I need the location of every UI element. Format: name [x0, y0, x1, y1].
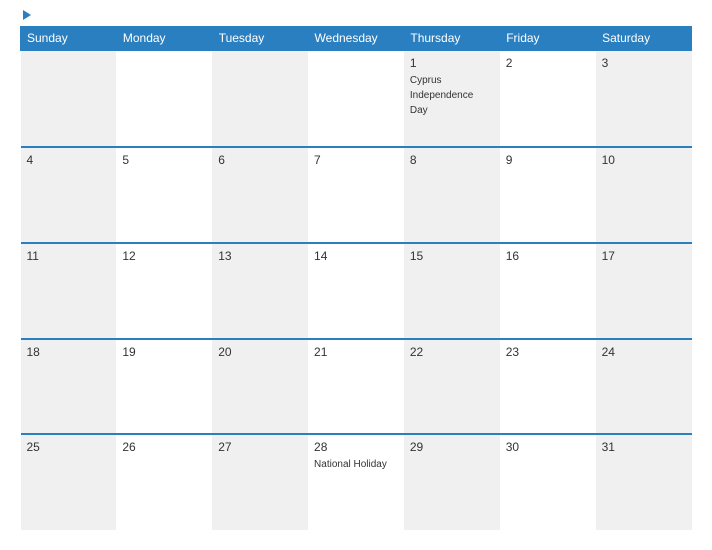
logo: [20, 10, 31, 20]
calendar-cell: 1 Cyprus Independence Day: [404, 50, 500, 147]
calendar-cell: 26: [116, 434, 212, 530]
calendar-cell: 21: [308, 339, 404, 435]
calendar-cell: 23: [500, 339, 596, 435]
day-number: 14: [314, 249, 398, 263]
calendar-cell: [21, 50, 117, 147]
calendar-cell: 8: [404, 147, 500, 243]
day-number: 3: [602, 56, 686, 70]
day-number: 29: [410, 440, 494, 454]
calendar-cell: 17: [596, 243, 692, 339]
day-number: 7: [314, 153, 398, 167]
day-number: 9: [506, 153, 590, 167]
calendar-cell: 12: [116, 243, 212, 339]
day-number: 11: [27, 249, 111, 263]
day-number: 23: [506, 345, 590, 359]
week-row-3: 11 12 13 14 15 16 17: [21, 243, 692, 339]
calendar-cell: 13: [212, 243, 308, 339]
day-number: 5: [122, 153, 206, 167]
holiday-name: National Holiday: [314, 459, 387, 470]
day-number: 15: [410, 249, 494, 263]
weekday-header-tuesday: Tuesday: [212, 27, 308, 51]
calendar-cell: 28 National Holiday: [308, 434, 404, 530]
weekday-header-monday: Monday: [116, 27, 212, 51]
calendar-cell: 4: [21, 147, 117, 243]
day-number: 16: [506, 249, 590, 263]
calendar-cell: 5: [116, 147, 212, 243]
day-number: 22: [410, 345, 494, 359]
calendar-cell: 30: [500, 434, 596, 530]
week-row-1: 1 Cyprus Independence Day 23: [21, 50, 692, 147]
weekday-header-thursday: Thursday: [404, 27, 500, 51]
week-row-4: 18 19 20 21 22 23 24: [21, 339, 692, 435]
weekday-header-sunday: Sunday: [21, 27, 117, 51]
day-number: 17: [602, 249, 686, 263]
weekday-header-row: SundayMondayTuesdayWednesdayThursdayFrid…: [21, 27, 692, 51]
calendar-cell: 25: [21, 434, 117, 530]
calendar-cell: 16: [500, 243, 596, 339]
calendar-cell: 24: [596, 339, 692, 435]
day-number: 4: [27, 153, 111, 167]
weekday-header-friday: Friday: [500, 27, 596, 51]
day-number: 20: [218, 345, 302, 359]
calendar-cell: 29: [404, 434, 500, 530]
logo-triangle-icon: [23, 10, 31, 20]
day-number: 1: [410, 56, 494, 70]
day-number: 30: [506, 440, 590, 454]
day-number: 8: [410, 153, 494, 167]
day-number: 31: [602, 440, 686, 454]
calendar-header: [20, 10, 692, 20]
logo-blue-text: [20, 10, 31, 20]
calendar-cell: 14: [308, 243, 404, 339]
calendar-cell: 2: [500, 50, 596, 147]
day-number: 12: [122, 249, 206, 263]
calendar-table: SundayMondayTuesdayWednesdayThursdayFrid…: [20, 26, 692, 530]
week-row-5: 25 26 27 28 National Holiday 29 30 31: [21, 434, 692, 530]
calendar-cell: 20: [212, 339, 308, 435]
weekday-header-wednesday: Wednesday: [308, 27, 404, 51]
day-number: 19: [122, 345, 206, 359]
day-number: 28: [314, 440, 398, 454]
day-number: 6: [218, 153, 302, 167]
weekday-header-saturday: Saturday: [596, 27, 692, 51]
calendar-cell: 9: [500, 147, 596, 243]
calendar-cell: [116, 50, 212, 147]
day-number: 18: [27, 345, 111, 359]
calendar-cell: [212, 50, 308, 147]
day-number: 26: [122, 440, 206, 454]
calendar-cell: 3: [596, 50, 692, 147]
calendar-cell: 19: [116, 339, 212, 435]
week-row-2: 456789 10: [21, 147, 692, 243]
calendar-cell: [308, 50, 404, 147]
calendar-cell: 10: [596, 147, 692, 243]
calendar-cell: 22: [404, 339, 500, 435]
day-number: 24: [602, 345, 686, 359]
calendar-cell: 27: [212, 434, 308, 530]
day-number: 21: [314, 345, 398, 359]
day-number: 27: [218, 440, 302, 454]
day-number: 2: [506, 56, 590, 70]
day-number: 10: [602, 153, 686, 167]
calendar-cell: 6: [212, 147, 308, 243]
holiday-name: Cyprus Independence Day: [410, 75, 473, 116]
calendar-cell: 11: [21, 243, 117, 339]
day-number: 13: [218, 249, 302, 263]
day-number: 25: [27, 440, 111, 454]
calendar-cell: 7: [308, 147, 404, 243]
calendar-cell: 15: [404, 243, 500, 339]
calendar-cell: 18: [21, 339, 117, 435]
calendar-cell: 31: [596, 434, 692, 530]
